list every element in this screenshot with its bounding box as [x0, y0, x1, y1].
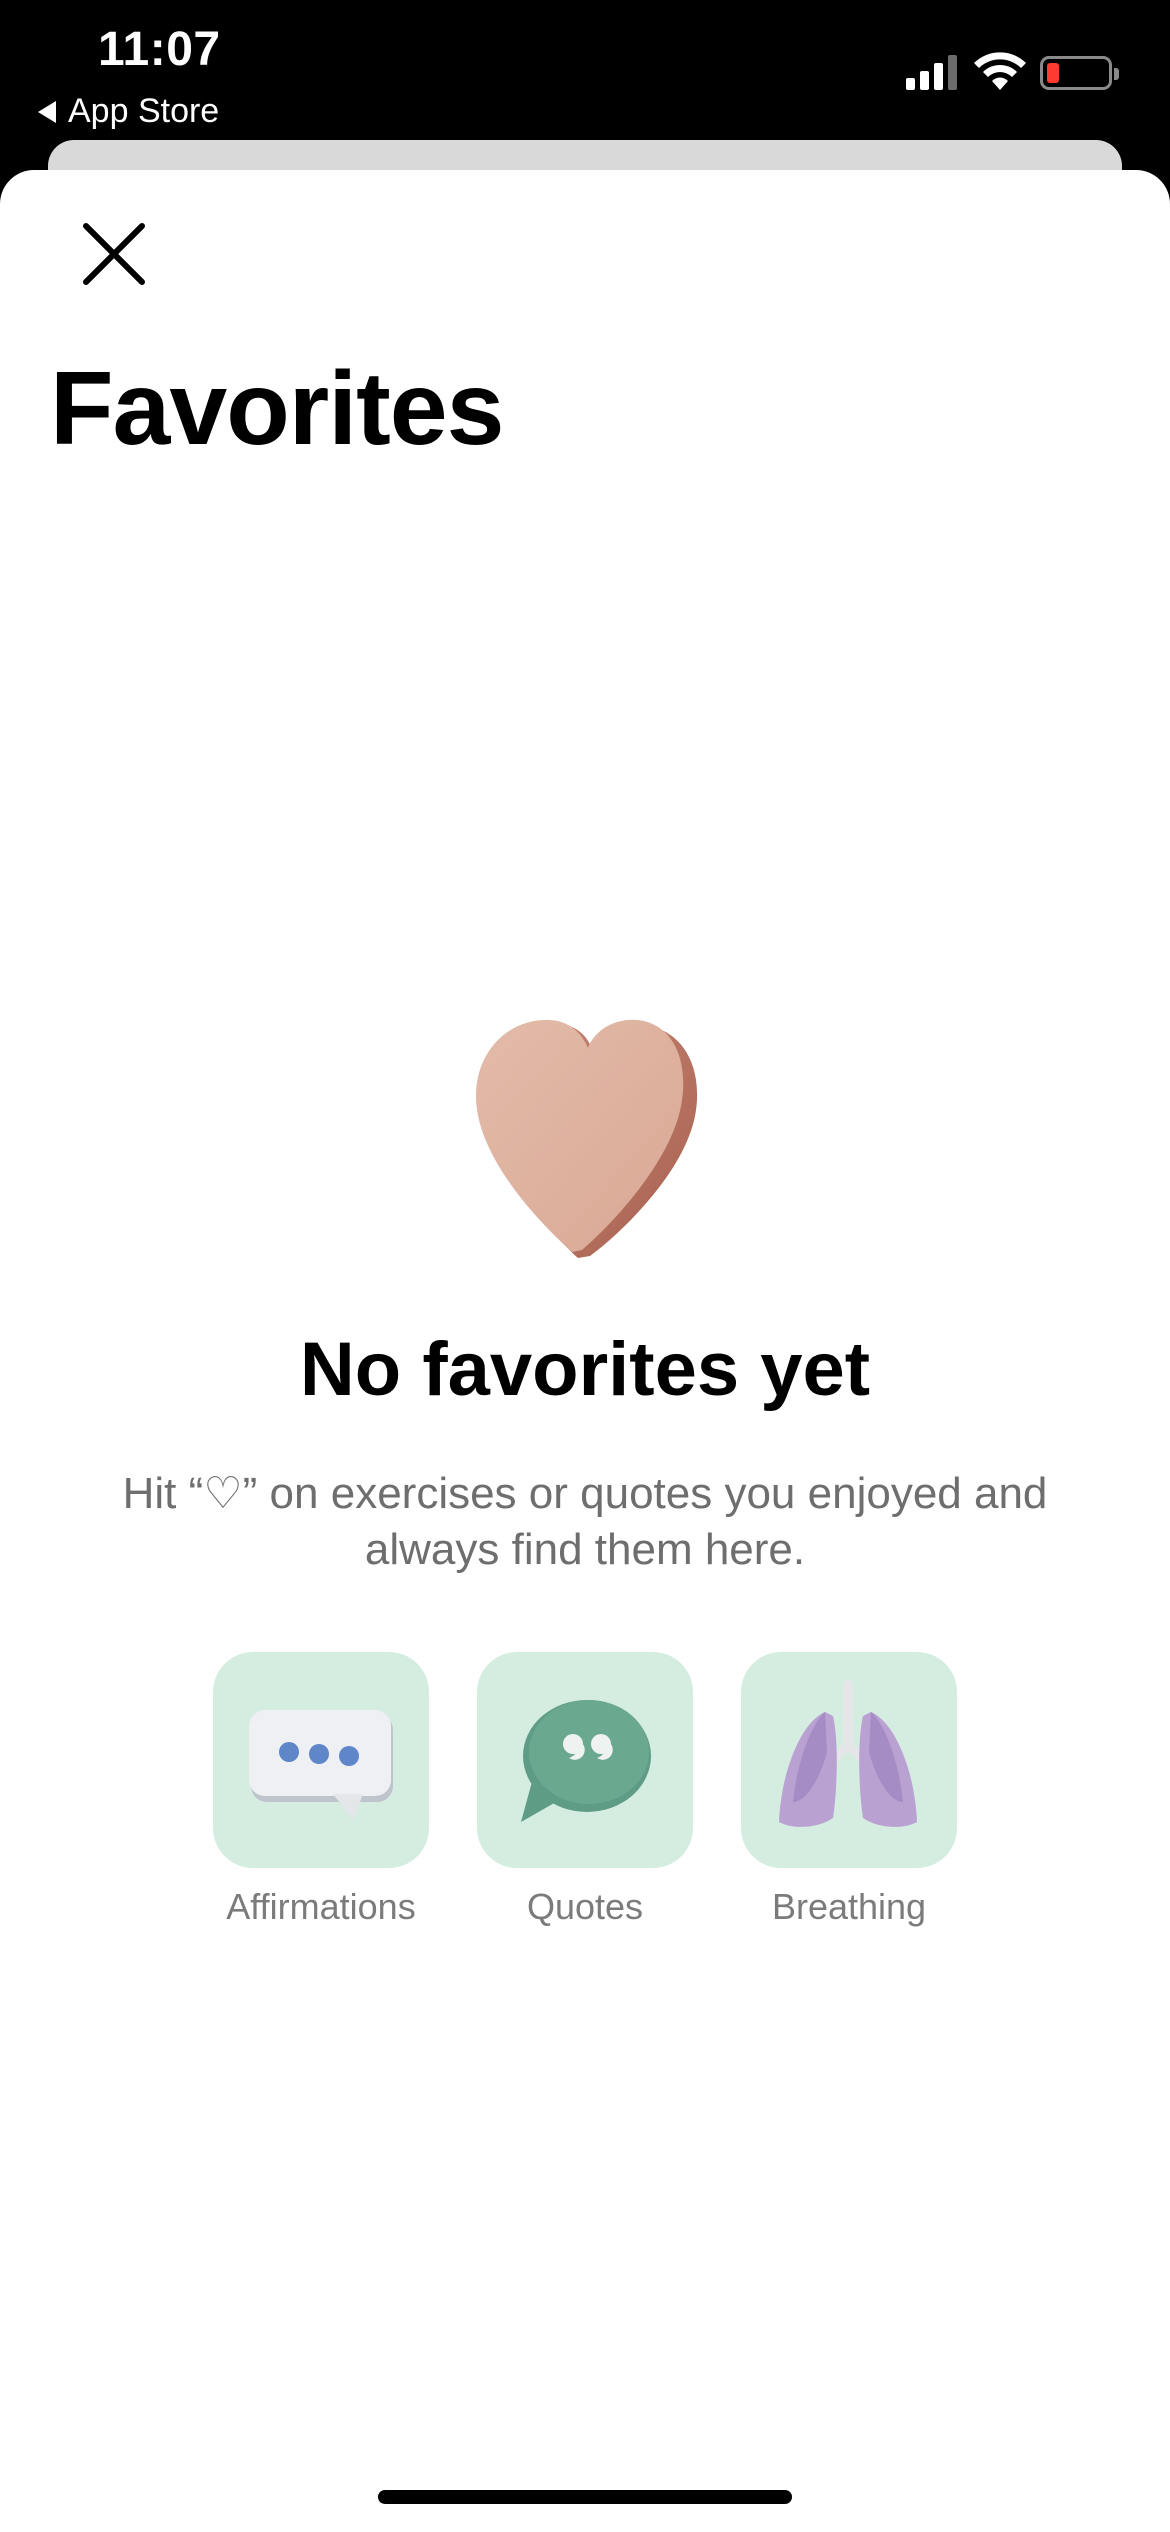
category-tile [213, 1652, 429, 1868]
quote-bubble-icon [521, 1700, 651, 1822]
home-indicator[interactable] [378, 2490, 792, 2504]
category-breathing[interactable]: Breathing [741, 1652, 957, 1928]
speech-bubble-dots-icon [249, 1710, 393, 1820]
close-icon[interactable] [78, 218, 150, 290]
category-label: Breathing [771, 1886, 927, 1927]
wifi-icon [974, 52, 1026, 90]
back-arrow-icon [38, 100, 56, 123]
category-label: Affirmations [226, 1886, 416, 1927]
back-to-app-store-link[interactable]: App Store [38, 92, 219, 131]
status-time: 11:07 [98, 23, 221, 76]
category-tile [477, 1652, 693, 1868]
back-app-label: App Store [68, 92, 220, 130]
cellular-signal-icon [906, 54, 957, 90]
category-quotes[interactable]: Quotes [477, 1652, 693, 1928]
heart-illustration [476, 1019, 698, 1258]
lungs-icon [779, 1680, 917, 1827]
category-affirmations[interactable]: Affirmations [213, 1652, 429, 1928]
status-bar: 11:07 App Store [0, 0, 1170, 140]
category-tile [741, 1652, 957, 1868]
battery-low-icon [1040, 56, 1119, 90]
empty-state-title: No favorites yet [299, 1327, 871, 1412]
empty-state-description: Hit “♡” on exercises or quotes you enjoy… [122, 1469, 1048, 1574]
category-label: Quotes [526, 1886, 644, 1927]
page-title: Favorites [50, 351, 504, 467]
